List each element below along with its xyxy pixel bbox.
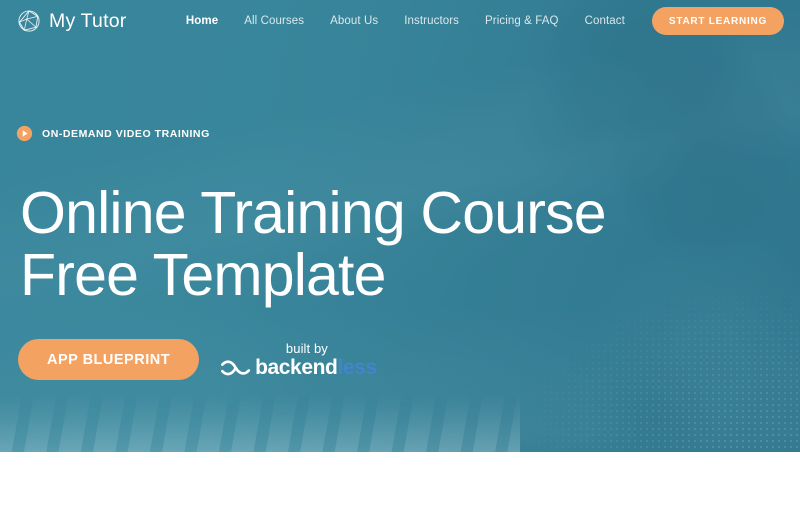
backendless-swoosh-icon <box>221 359 251 375</box>
hero-eyebrow: ON-DEMAND VIDEO TRAINING <box>16 125 210 142</box>
backendless-wordmark-primary: backend <box>255 356 338 379</box>
page-root: My Tutor Home All Courses About Us Instr… <box>0 0 800 515</box>
hero-headline: Online Training Course Free Template <box>20 180 607 308</box>
nav-item-about-us[interactable]: About Us <box>317 9 391 33</box>
site-header: My Tutor Home All Courses About Us Instr… <box>0 0 800 42</box>
backendless-wordmark: backendless <box>255 357 377 378</box>
built-by-label: built by <box>285 341 328 356</box>
nav-item-contact[interactable]: Contact <box>572 9 638 33</box>
backendless-wordmark-secondary: less <box>337 356 377 379</box>
hero-eyebrow-label: ON-DEMAND VIDEO TRAINING <box>42 127 210 140</box>
hero-actions: APP BLUEPRINT built by backendless <box>18 339 377 380</box>
built-by-backendless[interactable]: built by backendless <box>221 341 377 378</box>
brand-logo[interactable]: My Tutor <box>16 8 126 34</box>
nav-item-pricing-faq[interactable]: Pricing & FAQ <box>472 9 572 33</box>
app-blueprint-button[interactable]: APP BLUEPRINT <box>18 339 200 380</box>
backendless-logo: backendless <box>221 357 377 378</box>
brand-name: My Tutor <box>49 9 127 32</box>
nav-item-instructors[interactable]: Instructors <box>391 9 472 33</box>
play-circle-icon <box>16 125 33 142</box>
main-navigation: Home All Courses About Us Instructors Pr… <box>173 7 784 35</box>
hero-content: ON-DEMAND VIDEO TRAINING Online Training… <box>0 0 800 452</box>
nav-item-all-courses[interactable]: All Courses <box>231 9 317 33</box>
nav-item-home[interactable]: Home <box>173 9 231 33</box>
hero-headline-line-1: Online Training Course <box>20 180 607 246</box>
content-section-below-hero <box>0 452 800 515</box>
start-learning-button[interactable]: START LEARNING <box>651 7 784 35</box>
geodesic-sphere-icon <box>18 10 40 32</box>
hero-headline-line-2: Free Template <box>20 242 386 308</box>
